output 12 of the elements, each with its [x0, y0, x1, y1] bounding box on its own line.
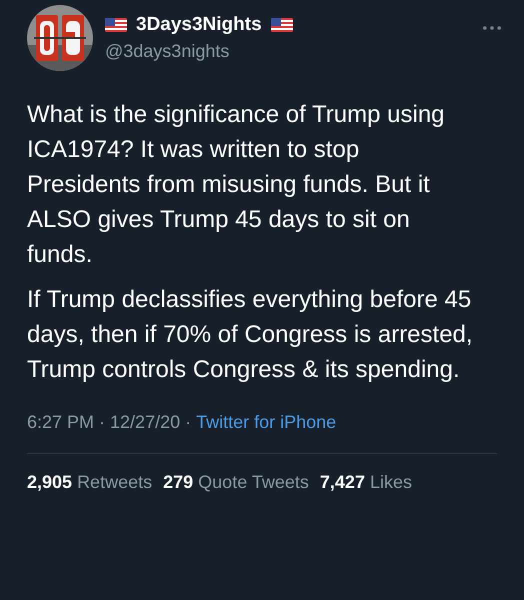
more-icon[interactable] — [483, 26, 501, 30]
stat-count[interactable]: 7,427 Likes — [320, 472, 412, 493]
timestamp: 6:27 PM · 12/27/20 · — [27, 412, 192, 433]
tweet-text: What is the significance of Trump using ICA1974? It was written to stop Presidents from misusing funds. But it ALSO gives Trump 45 days to sit on funds. — [27, 100, 446, 270]
handle: @3days3nights — [105, 41, 230, 62]
tweet-text: If Trump declassifies everything before 45 days, then if 70% of Congress is arrested, Trump controls Congress & its spending. — [27, 285, 474, 385]
flag-icon — [105, 18, 127, 32]
flag-icon — [270, 18, 293, 32]
display-name: 3Days3Nights — [136, 14, 262, 36]
stat-count[interactable]: 279 Quote Tweets — [163, 472, 309, 493]
stat-count[interactable]: 2,905 Retweets — [27, 472, 152, 493]
source-link[interactable]: Twitter for iPhone — [196, 412, 336, 433]
